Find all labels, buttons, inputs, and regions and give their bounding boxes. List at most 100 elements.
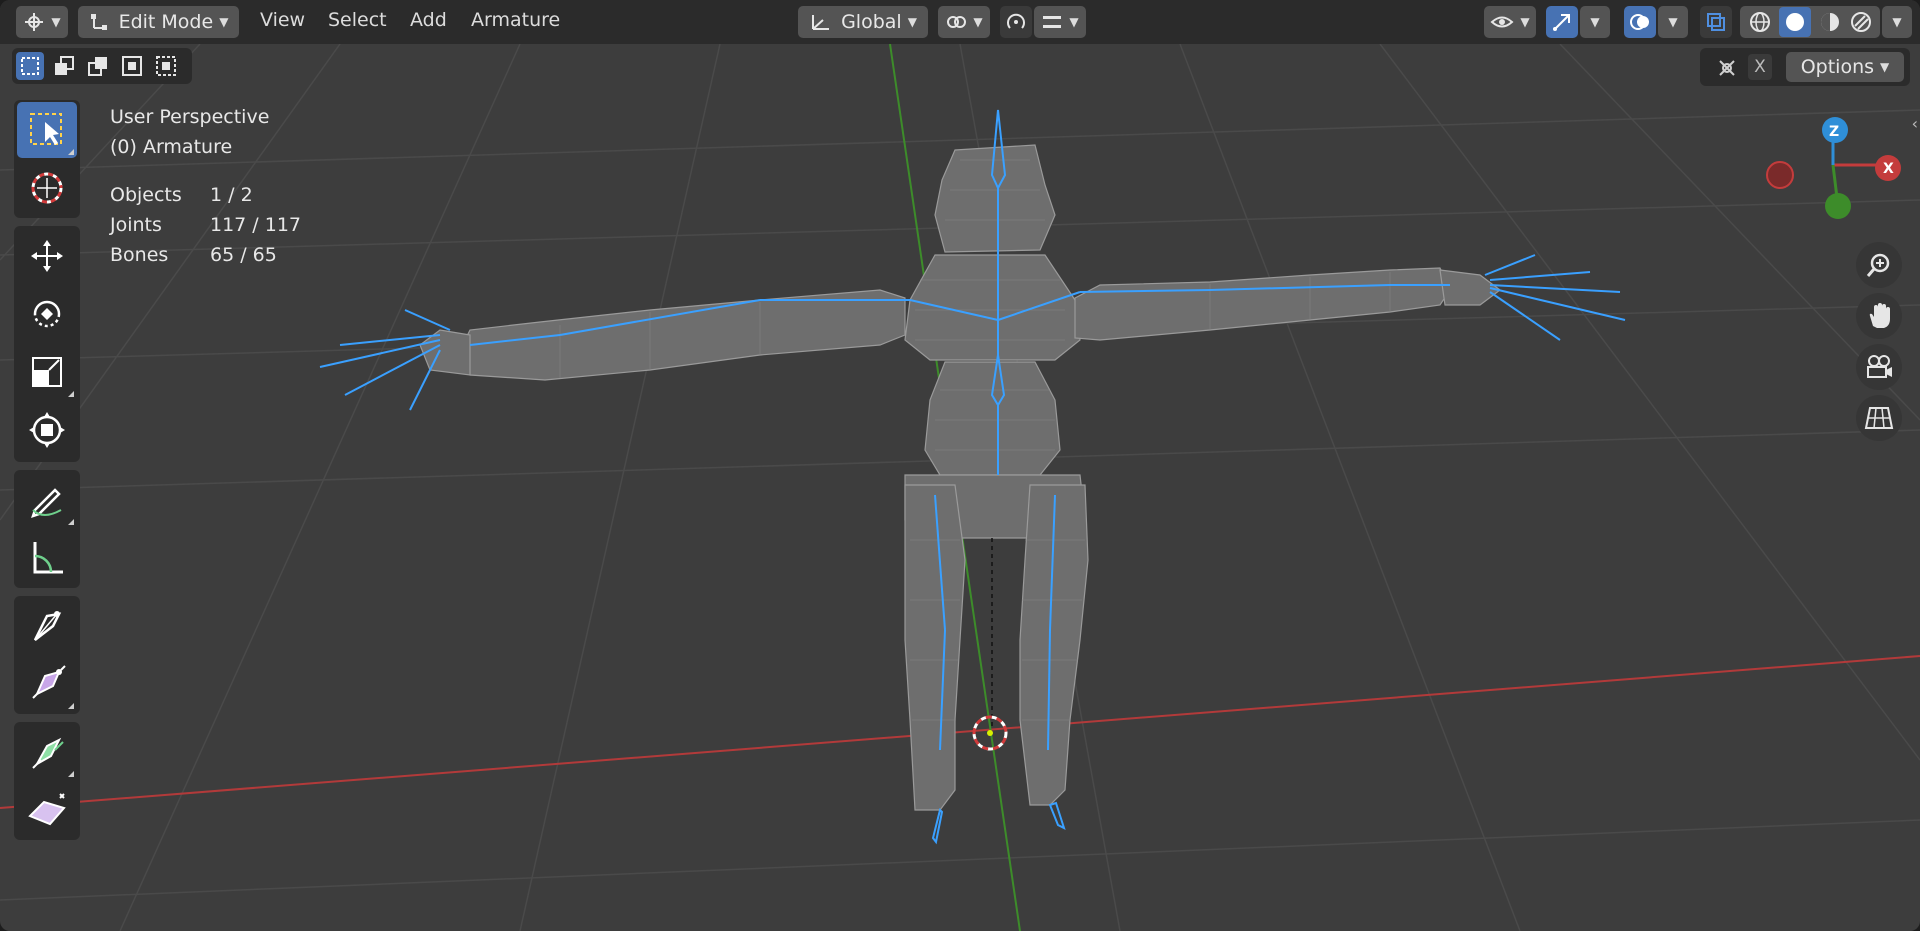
zoom-button[interactable] bbox=[1856, 242, 1902, 288]
select-subtract-button[interactable] bbox=[84, 52, 112, 80]
tool-transform[interactable] bbox=[17, 402, 77, 458]
tool-annotate[interactable] bbox=[17, 472, 77, 528]
x-axis-line bbox=[0, 655, 1920, 809]
gizmo-icon bbox=[1553, 14, 1570, 31]
armature-mesh bbox=[419, 144, 1501, 811]
pivot-icon bbox=[947, 16, 967, 28]
camera-view-button[interactable] bbox=[1856, 344, 1902, 390]
tool-roll[interactable] bbox=[17, 724, 77, 780]
proportional-editing-toggle[interactable] bbox=[1000, 6, 1032, 38]
stat-value: 117 / 117 bbox=[210, 214, 302, 236]
shear-icon bbox=[28, 793, 66, 826]
chevron-down-icon: ▼ bbox=[1520, 15, 1530, 29]
view-name: User Perspective bbox=[110, 106, 270, 128]
sidebar-expand-arrow[interactable]: ‹ bbox=[1912, 114, 1918, 133]
tool-extrude[interactable] bbox=[17, 598, 77, 654]
chevron-down-icon: ▼ bbox=[1590, 15, 1600, 29]
overlays-dropdown[interactable]: ▼ bbox=[1658, 6, 1688, 38]
select-new-button[interactable] bbox=[16, 52, 44, 80]
hand-icon bbox=[1869, 303, 1890, 328]
tool-measure[interactable] bbox=[17, 530, 77, 586]
shading-dropdown[interactable]: ▼ bbox=[1882, 6, 1912, 38]
ortho-toggle-button[interactable] bbox=[1856, 395, 1902, 441]
gizmo-toggle[interactable] bbox=[1546, 6, 1578, 38]
3d-viewport[interactable]: Z X ▼ Edit Mode ▼ View Select Add Armatu… bbox=[0, 0, 1920, 931]
menu-select[interactable]: Select bbox=[328, 9, 387, 31]
select-extend-button[interactable] bbox=[50, 52, 78, 80]
chevron-down-icon: ▼ bbox=[1892, 15, 1902, 29]
select-invert-button[interactable] bbox=[118, 52, 146, 80]
options-label: Options bbox=[1800, 56, 1875, 78]
select-extend-icon bbox=[55, 56, 74, 75]
active-object-name: (0) Armature bbox=[110, 136, 233, 158]
tool-bone-size[interactable] bbox=[17, 656, 77, 712]
snap-target-icon[interactable] bbox=[1716, 57, 1738, 79]
material-shading-icon[interactable] bbox=[1818, 10, 1842, 34]
chevron-down-icon: ▼ bbox=[907, 15, 917, 29]
stat-label: Bones bbox=[110, 244, 169, 266]
editor-type-icon bbox=[25, 13, 44, 31]
tool-rotate[interactable] bbox=[17, 286, 77, 342]
transform-orientation-selector[interactable]: Global ▼ bbox=[798, 6, 928, 38]
overlays-toggle[interactable] bbox=[1624, 6, 1656, 38]
falloff-selector[interactable]: ▼ bbox=[1034, 6, 1086, 38]
edit-mode-icon bbox=[90, 14, 107, 30]
gizmo-x-label: X bbox=[1883, 161, 1894, 177]
stat-row-bones: Bones 65 / 65 bbox=[110, 240, 301, 270]
xray-icon bbox=[1707, 13, 1725, 31]
move-icon bbox=[31, 240, 63, 272]
menu-add[interactable]: Add bbox=[410, 9, 447, 31]
tool-scale[interactable] bbox=[17, 344, 77, 400]
xray-toggle[interactable] bbox=[1700, 6, 1732, 38]
chevron-down-icon: ▼ bbox=[51, 15, 61, 29]
tool-shear[interactable] bbox=[17, 782, 77, 838]
wireframe-shading-icon[interactable] bbox=[1748, 10, 1772, 34]
solid-shading-icon bbox=[1785, 13, 1804, 31]
rendered-shading-icon[interactable] bbox=[1849, 10, 1873, 34]
shading-group bbox=[1740, 6, 1880, 38]
toolbar-group-annotate bbox=[14, 470, 80, 588]
solid-shading-button[interactable] bbox=[1778, 7, 1811, 37]
annotate-icon bbox=[31, 488, 62, 518]
options-dropdown[interactable]: Options ▼ bbox=[1786, 52, 1904, 82]
gizmo-z-label: Z bbox=[1829, 124, 1839, 140]
visibility-selector[interactable]: ▼ bbox=[1484, 6, 1536, 38]
toolbar-group-select bbox=[14, 100, 80, 218]
select-invert-icon bbox=[122, 56, 142, 76]
stat-row-objects: Objects 1 / 2 bbox=[110, 180, 301, 210]
cursor-icon bbox=[31, 172, 63, 204]
orientation-axes-icon bbox=[812, 15, 830, 30]
viewport-info-overlay: User Perspective (0) Armature Objects 1 … bbox=[110, 102, 301, 270]
pivot-point-selector[interactable]: ▼ bbox=[938, 6, 990, 38]
tool-select-box[interactable] bbox=[17, 102, 77, 158]
overlays-icon bbox=[1630, 14, 1649, 30]
gizmo-dropdown[interactable]: ▼ bbox=[1580, 6, 1610, 38]
tool-move[interactable] bbox=[17, 228, 77, 284]
viewport-header: ▼ Edit Mode ▼ View Select Add Armature G… bbox=[0, 0, 1920, 44]
select-new-icon bbox=[21, 57, 39, 75]
toolbar-group-transform bbox=[14, 226, 80, 462]
measure-icon bbox=[33, 542, 63, 574]
chevron-down-icon: ▼ bbox=[219, 15, 229, 29]
selection-mode-group bbox=[12, 48, 192, 84]
camera-icon bbox=[1867, 355, 1892, 378]
chevron-down-icon: ▼ bbox=[973, 15, 983, 29]
menu-armature[interactable]: Armature bbox=[471, 9, 560, 31]
mode-selector[interactable]: Edit Mode ▼ bbox=[78, 6, 239, 38]
select-intersect-button[interactable] bbox=[152, 52, 180, 80]
bone-size-icon bbox=[32, 665, 66, 699]
menu-view[interactable]: View bbox=[260, 9, 305, 31]
select-intersect-icon bbox=[156, 56, 176, 76]
roll-icon bbox=[32, 737, 64, 769]
editor-type-button[interactable]: ▼ bbox=[16, 6, 68, 38]
grid-perspective-icon bbox=[1864, 407, 1894, 429]
transform-icon bbox=[29, 412, 65, 448]
pan-button[interactable] bbox=[1856, 293, 1902, 339]
tool-options-bar: X Options ▼ bbox=[1700, 48, 1910, 86]
close-options-button[interactable]: X bbox=[1748, 54, 1772, 80]
chevron-down-icon: ▼ bbox=[1069, 15, 1079, 29]
mode-label: Edit Mode bbox=[118, 11, 214, 33]
tool-cursor[interactable] bbox=[17, 160, 77, 216]
stat-row-joints: Joints 117 / 117 bbox=[110, 210, 301, 240]
select-subtract-icon bbox=[88, 57, 107, 76]
